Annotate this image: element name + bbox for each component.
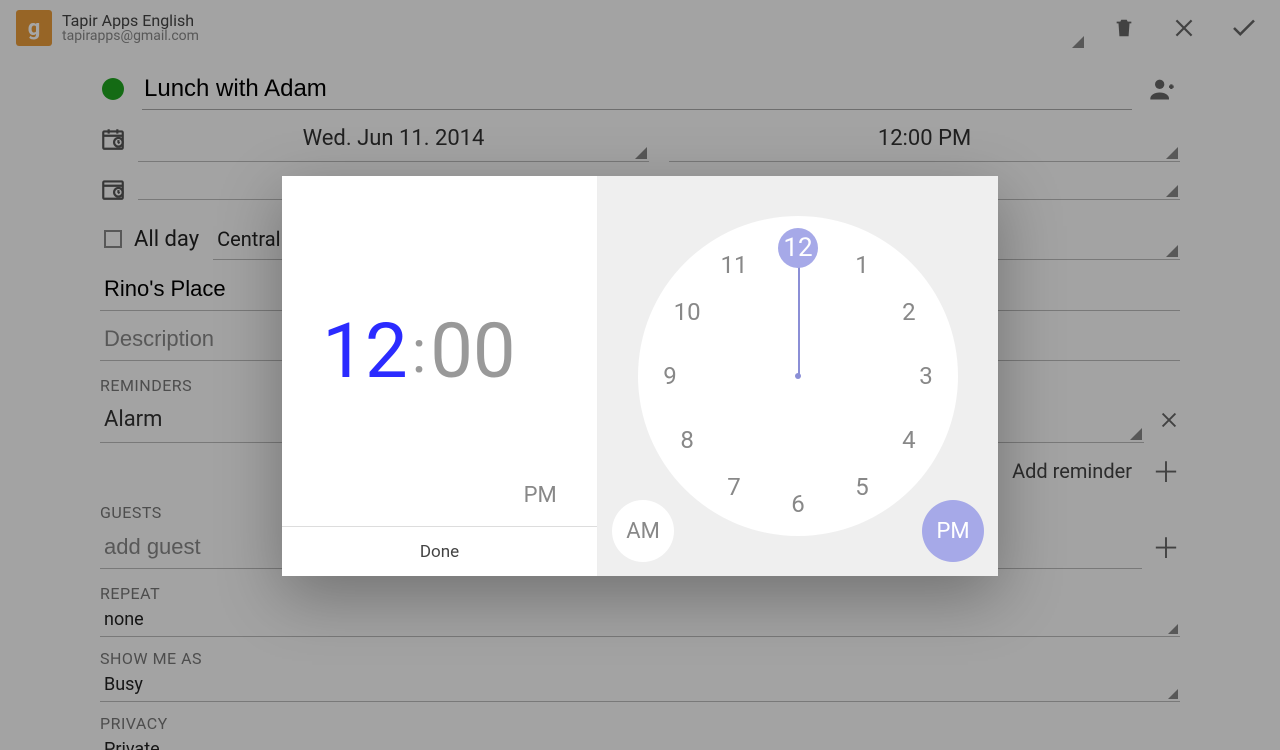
time-display: 12 : 00 PM bbox=[282, 176, 597, 526]
clock-number-11[interactable]: 11 bbox=[714, 245, 754, 285]
clock-number-4[interactable]: 4 bbox=[889, 420, 929, 460]
clock-number-10[interactable]: 10 bbox=[667, 292, 707, 332]
time-colon: : bbox=[412, 316, 427, 387]
pm-button[interactable]: PM bbox=[922, 500, 984, 562]
clock-number-5[interactable]: 5 bbox=[842, 467, 882, 507]
clock-number-8[interactable]: 8 bbox=[667, 420, 707, 460]
clock-face[interactable]: 12 12 3 45678 9 1011 bbox=[638, 216, 958, 536]
done-button[interactable]: Done bbox=[282, 526, 597, 576]
time-hour[interactable]: 12 bbox=[322, 306, 407, 396]
clock-number-1[interactable]: 1 bbox=[842, 245, 882, 285]
am-button[interactable]: AM bbox=[612, 500, 674, 562]
clock-number-9[interactable]: 9 bbox=[650, 356, 690, 396]
clock-number-6[interactable]: 6 bbox=[778, 484, 818, 524]
time-period: PM bbox=[524, 483, 557, 508]
clock-pivot bbox=[795, 373, 801, 379]
clock-number-7[interactable]: 7 bbox=[714, 467, 754, 507]
clock-number-2[interactable]: 2 bbox=[889, 292, 929, 332]
clock-number-3[interactable]: 3 bbox=[906, 356, 946, 396]
time-minute[interactable]: 00 bbox=[430, 306, 515, 396]
time-picker-dialog: 12 : 00 PM Done 12 12 3 45678 9 1011 AM PM bbox=[282, 176, 998, 576]
clock-number-12[interactable]: 12 bbox=[778, 228, 818, 268]
